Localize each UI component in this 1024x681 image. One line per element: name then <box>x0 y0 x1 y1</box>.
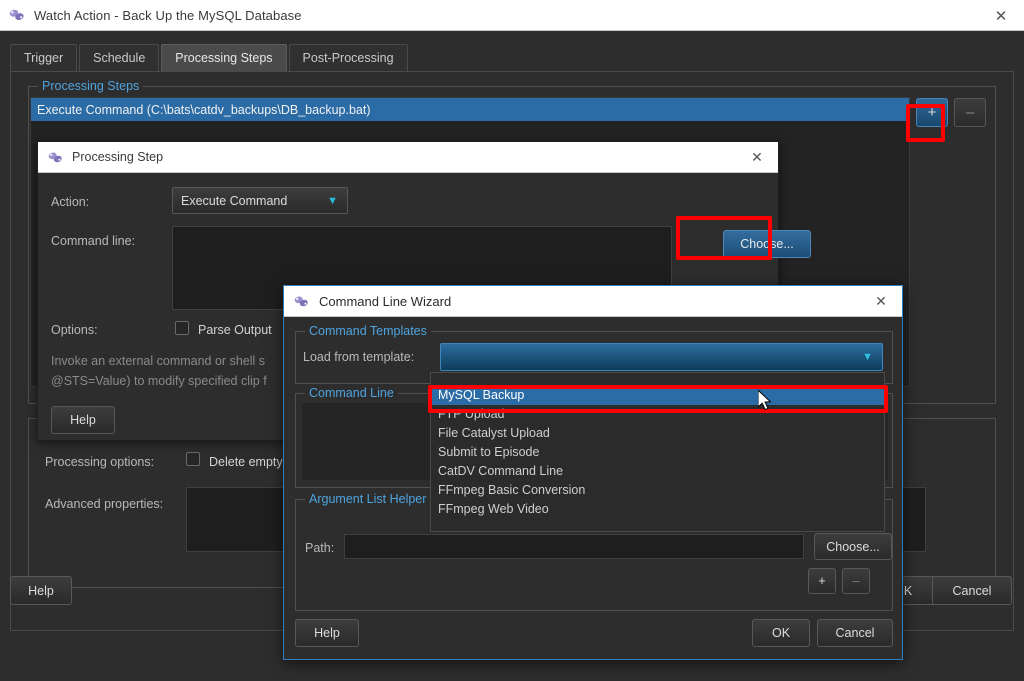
argument-add-button[interactable]: + <box>808 568 836 594</box>
catdv-icon <box>8 7 26 23</box>
action-label: Action: <box>51 195 89 209</box>
step-description-line2: @STS=Value) to modify specified clip f <box>51 374 267 388</box>
template-item-ffmpeg-web-video[interactable]: FFmpeg Web Video <box>431 500 884 519</box>
window-title: Watch Action - Back Up the MySQL Databas… <box>34 8 302 23</box>
path-input[interactable] <box>344 534 804 559</box>
chevron-down-icon: ▼ <box>327 195 338 207</box>
command-templates-legend: Command Templates <box>305 324 431 338</box>
wizard-title: Command Line Wizard <box>319 294 451 309</box>
command-line-label: Command line: <box>51 234 135 248</box>
template-dropdown-popup[interactable]: MySQL Backup FTP Upload File Catalyst Up… <box>430 372 885 532</box>
step-description-line1: Invoke an external command or shell s <box>51 354 265 368</box>
processing-options-label: Processing options: <box>45 455 154 469</box>
close-icon[interactable]: ✕ <box>978 0 1024 31</box>
tab-trigger[interactable]: Trigger <box>10 44 77 71</box>
load-from-template-combobox[interactable]: ▼ <box>440 343 883 371</box>
processing-steps-legend: Processing Steps <box>38 79 143 93</box>
argument-list-helper-legend: Argument List Helper <box>305 492 430 506</box>
template-item-file-catalyst-upload[interactable]: File Catalyst Upload <box>431 424 884 443</box>
delete-empty-label: Delete empty <box>209 455 283 469</box>
application-window: ), 0 batches. Showing 83 rows. ss. Info … <box>0 0 1024 681</box>
remove-step-button[interactable]: – <box>954 98 986 127</box>
close-icon[interactable]: ✕ <box>860 286 902 317</box>
mouse-cursor-icon <box>758 390 774 414</box>
path-label: Path: <box>305 541 334 555</box>
tab-schedule[interactable]: Schedule <box>79 44 159 71</box>
argument-remove-button[interactable]: – <box>842 568 870 594</box>
tab-processing-steps[interactable]: Processing Steps <box>161 44 286 71</box>
template-item-mysql-backup[interactable]: MySQL Backup <box>431 386 884 405</box>
processing-step-dialog-title: Processing Step <box>72 150 163 164</box>
tab-post-processing[interactable]: Post-Processing <box>289 44 408 71</box>
processing-step-item[interactable]: Execute Command (C:\bats\catdv_backups\D… <box>31 98 909 121</box>
path-choose-button[interactable]: Choose... <box>814 533 892 560</box>
delete-empty-checkbox[interactable] <box>186 452 200 466</box>
add-step-button[interactable]: + <box>916 98 948 127</box>
step-help-button[interactable]: Help <box>51 406 115 434</box>
main-help-button[interactable]: Help <box>10 576 72 605</box>
tab-bar: Trigger Schedule Processing Steps Post-P… <box>10 44 408 71</box>
catdv-icon <box>47 150 64 165</box>
wizard-ok-button[interactable]: OK <box>752 619 810 647</box>
template-item-catdv-command-line[interactable]: CatDV Command Line <box>431 462 884 481</box>
choose-command-button[interactable]: Choose... <box>723 230 811 258</box>
wizard-cancel-button[interactable]: Cancel <box>817 619 893 647</box>
template-item-ftp-upload[interactable]: FTP Upload <box>431 405 884 424</box>
window-titlebar: Watch Action - Back Up the MySQL Databas… <box>0 0 1024 31</box>
action-combobox-value: Execute Command <box>181 194 287 208</box>
main-cancel-button[interactable]: Cancel <box>932 576 1012 605</box>
popup-top-spacer <box>431 373 884 386</box>
load-from-template-label: Load from template: <box>303 350 414 364</box>
parse-output-label: Parse Output <box>198 323 272 337</box>
chevron-down-icon: ▼ <box>862 351 873 363</box>
processing-step-dialog-titlebar: Processing Step ✕ <box>38 142 778 173</box>
parse-output-checkbox[interactable] <box>175 321 189 335</box>
template-item-ffmpeg-basic-conversion[interactable]: FFmpeg Basic Conversion <box>431 481 884 500</box>
advanced-properties-label: Advanced properties: <box>45 497 163 511</box>
wizard-titlebar: Command Line Wizard ✕ <box>284 286 902 317</box>
catdv-icon <box>293 294 310 309</box>
close-icon[interactable]: ✕ <box>736 142 778 173</box>
wizard-help-button[interactable]: Help <box>295 619 359 647</box>
options-label: Options: <box>51 323 98 337</box>
action-combobox[interactable]: Execute Command ▼ <box>172 187 348 214</box>
template-item-submit-to-episode[interactable]: Submit to Episode <box>431 443 884 462</box>
wizard-command-line-legend: Command Line <box>305 386 398 400</box>
